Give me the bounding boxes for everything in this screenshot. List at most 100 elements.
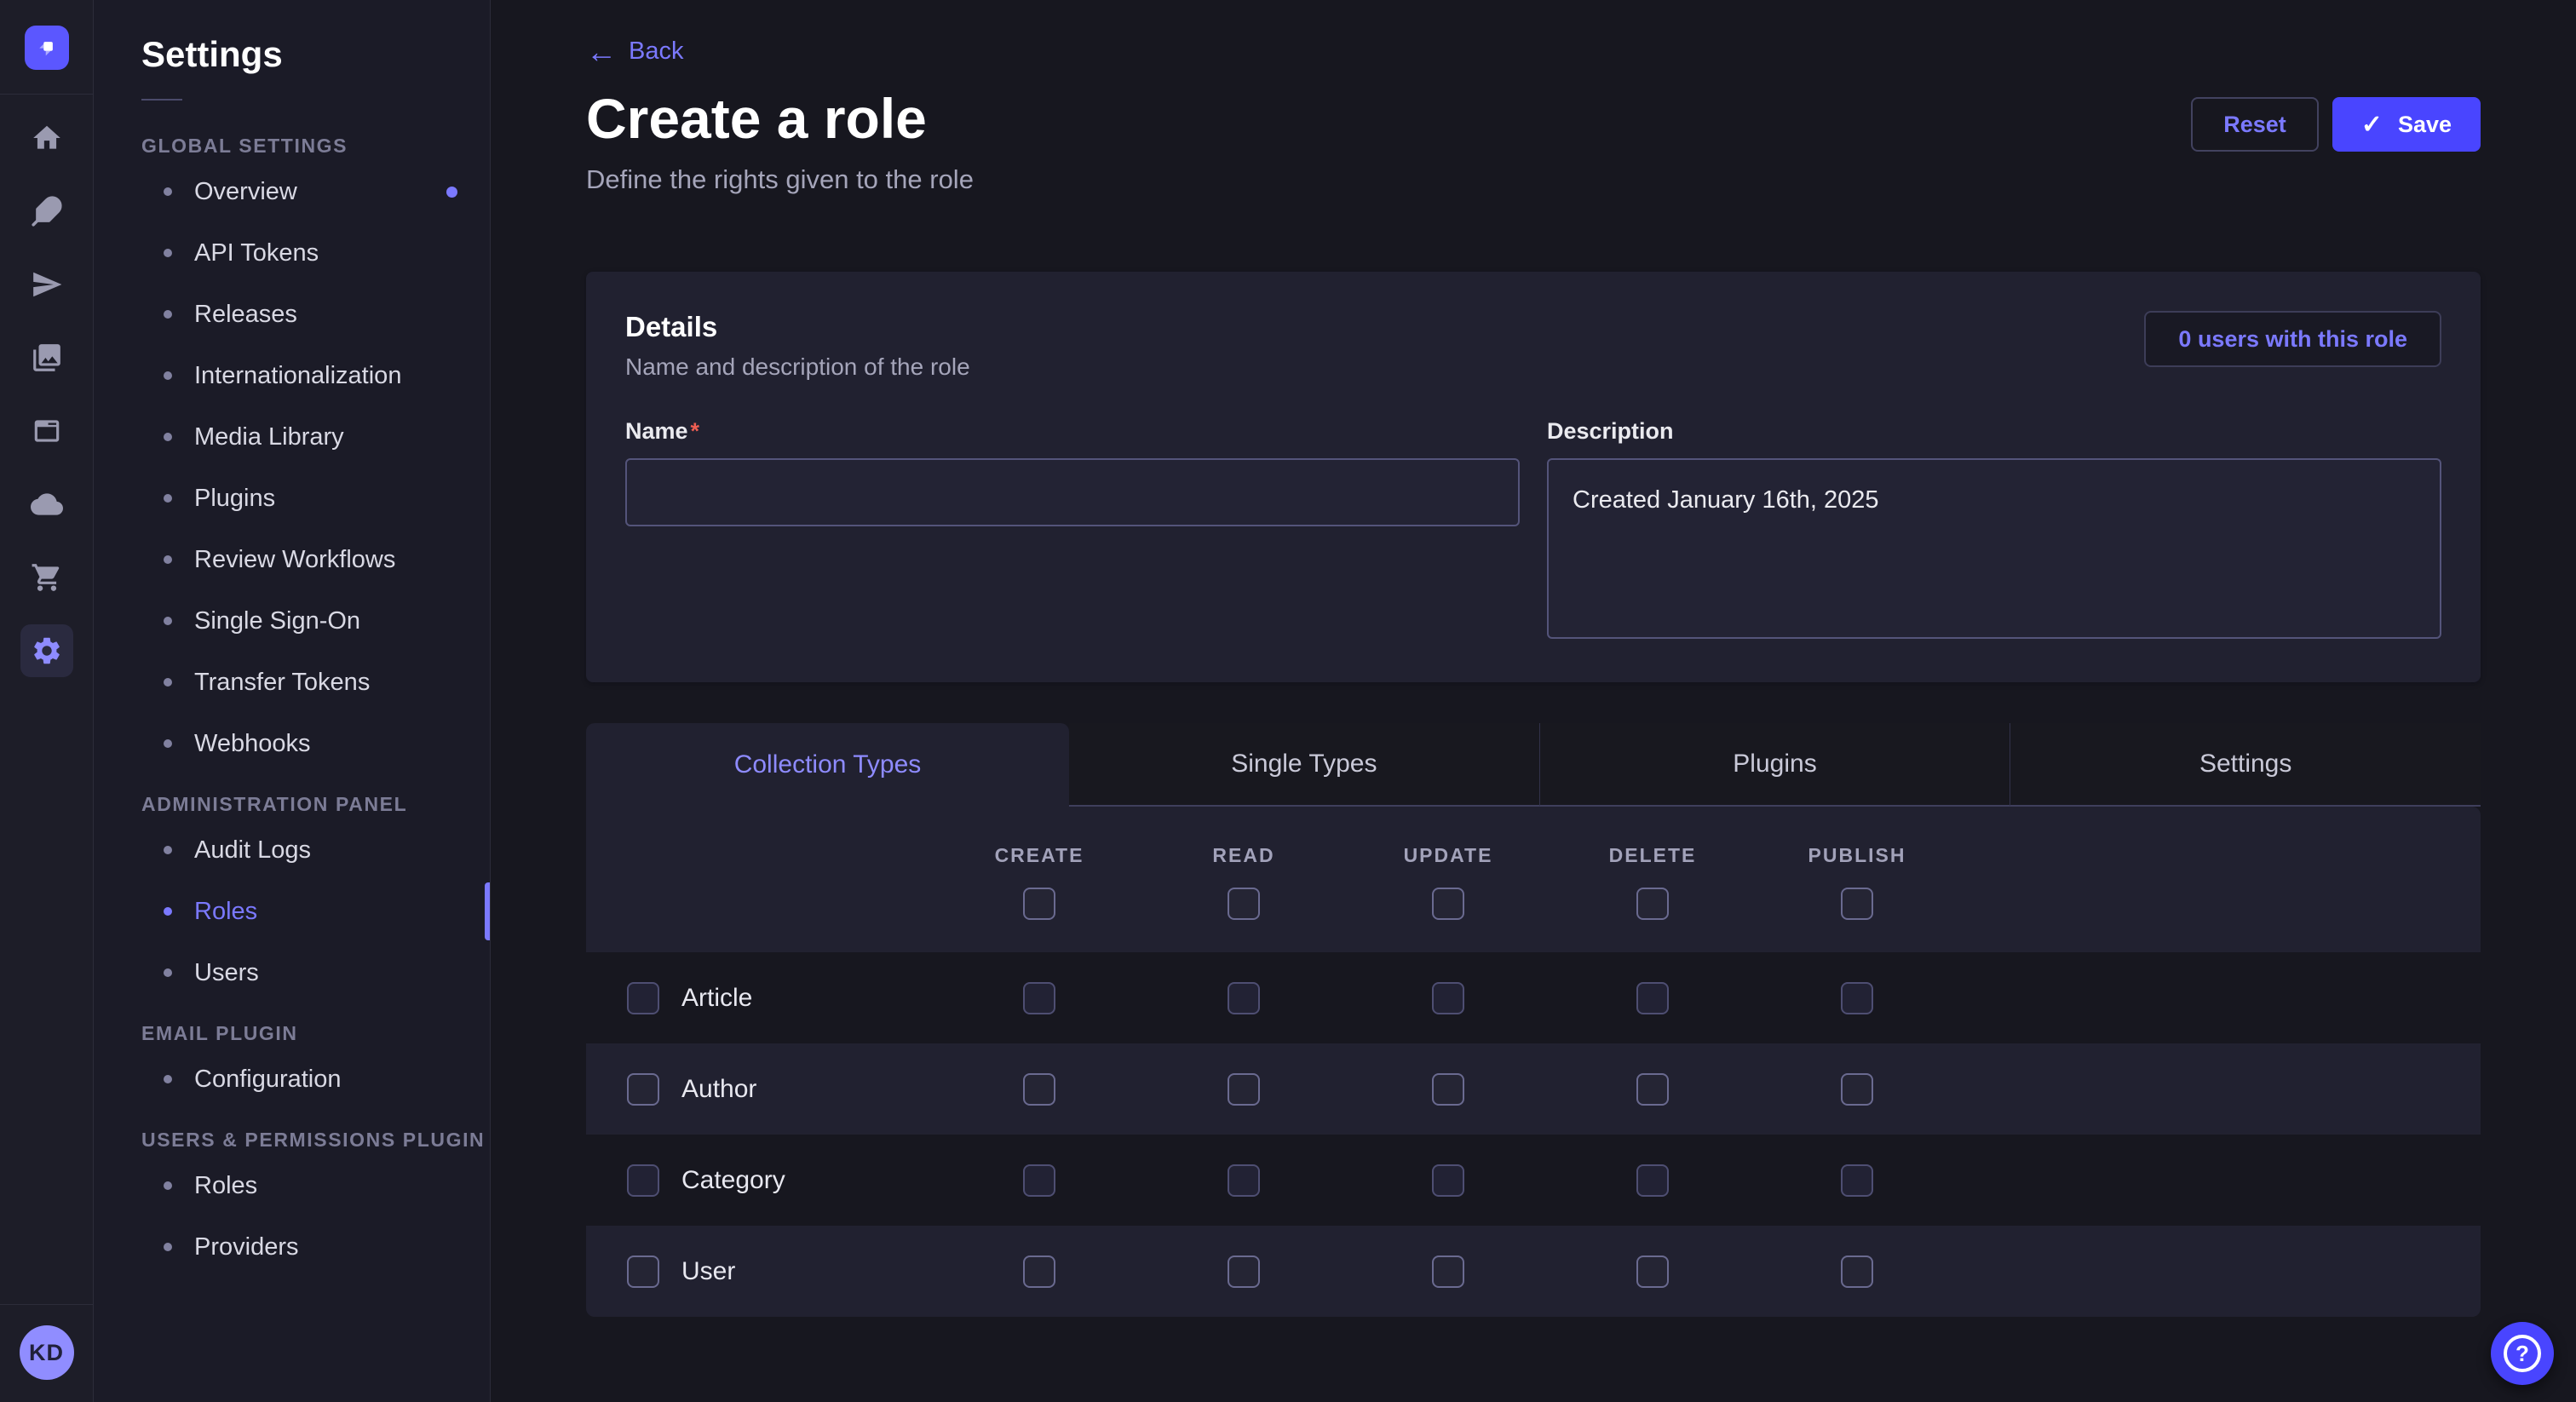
users-with-role-button[interactable]: 0 users with this role — [2144, 311, 2441, 367]
gear-icon[interactable] — [20, 624, 73, 677]
media-library-icon[interactable] — [20, 331, 73, 384]
category-update-checkbox[interactable] — [1432, 1164, 1464, 1197]
sidebar-item-label: Transfer Tokens — [194, 669, 370, 697]
sidebar-item-api-tokens[interactable]: API Tokens — [141, 222, 490, 284]
sidebar-item-users[interactable]: Users — [141, 942, 490, 1003]
sidebar-item-label: Single Sign-On — [194, 607, 360, 635]
author-publish-checkbox[interactable] — [1841, 1073, 1873, 1106]
select-row-user-checkbox[interactable] — [627, 1255, 659, 1288]
bullet-icon — [164, 433, 172, 441]
sidebar-item-audit-logs[interactable]: Audit Logs — [141, 819, 490, 881]
back-arrow-icon: ← — [586, 40, 617, 64]
name-label: Name* — [625, 418, 699, 444]
column-header-update: UPDATE — [1404, 844, 1493, 867]
sidebar-item-releases[interactable]: Releases — [141, 284, 490, 345]
bullet-icon — [164, 678, 172, 687]
user-delete-checkbox[interactable] — [1636, 1255, 1669, 1288]
author-delete-checkbox[interactable] — [1636, 1073, 1669, 1106]
description-textarea[interactable]: Created January 16th, 2025 — [1547, 458, 2441, 639]
category-create-checkbox[interactable] — [1023, 1164, 1055, 1197]
article-publish-checkbox[interactable] — [1841, 982, 1873, 1014]
sidebar-item-review-workflows[interactable]: Review Workflows — [141, 529, 490, 590]
sidebar-item-plugins[interactable]: Plugins — [141, 468, 490, 529]
sidebar-item-roles[interactable]: Roles — [141, 881, 490, 942]
sidebar-item-configuration[interactable]: Configuration — [141, 1049, 490, 1110]
active-item-indicator — [485, 882, 490, 940]
sidebar-item-transfer-tokens[interactable]: Transfer Tokens — [141, 652, 490, 713]
tab-single-types[interactable]: Single Types — [1069, 723, 1539, 807]
category-publish-checkbox[interactable] — [1841, 1164, 1873, 1197]
help-button[interactable]: ? — [2491, 1322, 2554, 1385]
sidebar-item-roles[interactable]: Roles — [141, 1155, 490, 1216]
rail-nav — [20, 95, 73, 677]
sidebar-item-overview[interactable]: Overview — [141, 161, 490, 222]
user-publish-checkbox[interactable] — [1841, 1255, 1873, 1288]
author-create-checkbox[interactable] — [1023, 1073, 1055, 1106]
feather-icon[interactable] — [20, 185, 73, 238]
check-icon: ✓ — [2361, 110, 2383, 140]
article-update-checkbox[interactable] — [1432, 982, 1464, 1014]
bullet-icon — [164, 1243, 172, 1251]
bullet-icon — [164, 249, 172, 257]
save-button[interactable]: ✓ Save — [2332, 97, 2481, 152]
user-update-checkbox[interactable] — [1432, 1255, 1464, 1288]
select-all-update-checkbox[interactable] — [1432, 888, 1464, 920]
page-subtitle: Define the rights given to the role — [586, 164, 2481, 195]
author-update-checkbox[interactable] — [1432, 1073, 1464, 1106]
sidebar-item-media-library[interactable]: Media Library — [141, 406, 490, 468]
column-header-read: READ — [1212, 844, 1274, 867]
sidebar-item-label: Audit Logs — [194, 836, 311, 865]
avatar[interactable]: KD — [20, 1325, 74, 1380]
sidebar-item-label: Plugins — [194, 485, 275, 513]
user-create-checkbox[interactable] — [1023, 1255, 1055, 1288]
select-row-article-checkbox[interactable] — [627, 982, 659, 1014]
sidebar-item-webhooks[interactable]: Webhooks — [141, 713, 490, 774]
permissions-header: CREATEREADUPDATEDELETEPUBLISH — [586, 807, 2481, 952]
article-create-checkbox[interactable] — [1023, 982, 1055, 1014]
layout-icon[interactable] — [20, 405, 73, 457]
paper-plane-icon[interactable] — [20, 258, 73, 311]
name-input[interactable] — [625, 458, 1520, 526]
select-all-create-checkbox[interactable] — [1023, 888, 1055, 920]
select-all-delete-checkbox[interactable] — [1636, 888, 1669, 920]
strapi-logo-icon[interactable] — [25, 26, 69, 70]
bullet-icon — [164, 494, 172, 503]
sidebar-item-internationalization[interactable]: Internationalization — [141, 345, 490, 406]
home-icon[interactable] — [20, 112, 73, 164]
article-read-checkbox[interactable] — [1228, 982, 1260, 1014]
main-content: ← Back Create a role Define the rights g… — [491, 0, 2576, 1402]
sidebar-item-providers[interactable]: Providers — [141, 1216, 490, 1278]
details-card: Details Name and description of the role… — [586, 272, 2481, 682]
bullet-icon — [164, 1181, 172, 1190]
cart-icon[interactable] — [20, 551, 73, 604]
select-all-publish-checkbox[interactable] — [1841, 888, 1873, 920]
cloud-icon[interactable] — [20, 478, 73, 531]
select-row-author-checkbox[interactable] — [627, 1073, 659, 1106]
bullet-icon — [164, 968, 172, 977]
author-read-checkbox[interactable] — [1228, 1073, 1260, 1106]
sidebar-item-single-sign-on[interactable]: Single Sign-On — [141, 590, 490, 652]
sidebar-item-label: Review Workflows — [194, 546, 395, 574]
bullet-icon — [164, 187, 172, 196]
tab-settings[interactable]: Settings — [2010, 723, 2481, 807]
details-subheading: Name and description of the role — [625, 353, 970, 381]
sidebar-item-label: API Tokens — [194, 239, 319, 267]
select-row-category-checkbox[interactable] — [627, 1164, 659, 1197]
tab-collection-types[interactable]: Collection Types — [586, 723, 1069, 807]
back-link[interactable]: ← Back — [586, 37, 683, 66]
icon-rail: KD — [0, 0, 94, 1402]
permission-row-author: Author — [586, 1043, 2481, 1135]
article-delete-checkbox[interactable] — [1636, 982, 1669, 1014]
app-window: KD Settings GLOBAL SETTINGSOverviewAPI T… — [0, 0, 2576, 1402]
category-delete-checkbox[interactable] — [1636, 1164, 1669, 1197]
user-read-checkbox[interactable] — [1228, 1255, 1260, 1288]
settings-sidebar: Settings GLOBAL SETTINGSOverviewAPI Toke… — [94, 0, 491, 1402]
bullet-icon — [164, 1075, 172, 1083]
row-label: Category — [681, 1166, 785, 1195]
sidebar-item-label: Providers — [194, 1233, 299, 1261]
select-all-read-checkbox[interactable] — [1228, 888, 1260, 920]
reset-button[interactable]: Reset — [2191, 97, 2319, 152]
tab-plugins[interactable]: Plugins — [1539, 723, 2010, 807]
bullet-icon — [164, 555, 172, 564]
category-read-checkbox[interactable] — [1228, 1164, 1260, 1197]
